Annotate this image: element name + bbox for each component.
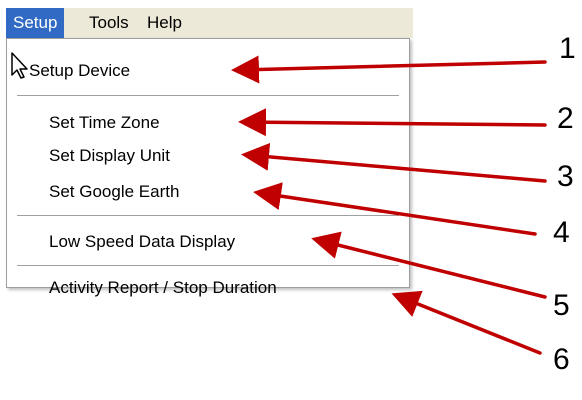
arrow-2 [238,108,547,137]
callout-number-2: 2 [557,102,574,135]
arrow-5 [311,231,547,299]
callout-number-6: 6 [553,343,570,376]
callout-arrows [231,55,547,355]
arrow-1 [231,55,547,84]
arrow-3 [241,142,547,183]
arrow-6 [391,290,542,355]
callout-number-1: 1 [559,32,576,65]
arrow-4 [253,182,537,236]
callout-number-3: 3 [557,160,574,193]
callout-number-5: 5 [553,289,570,322]
callout-number-4: 4 [553,216,570,249]
